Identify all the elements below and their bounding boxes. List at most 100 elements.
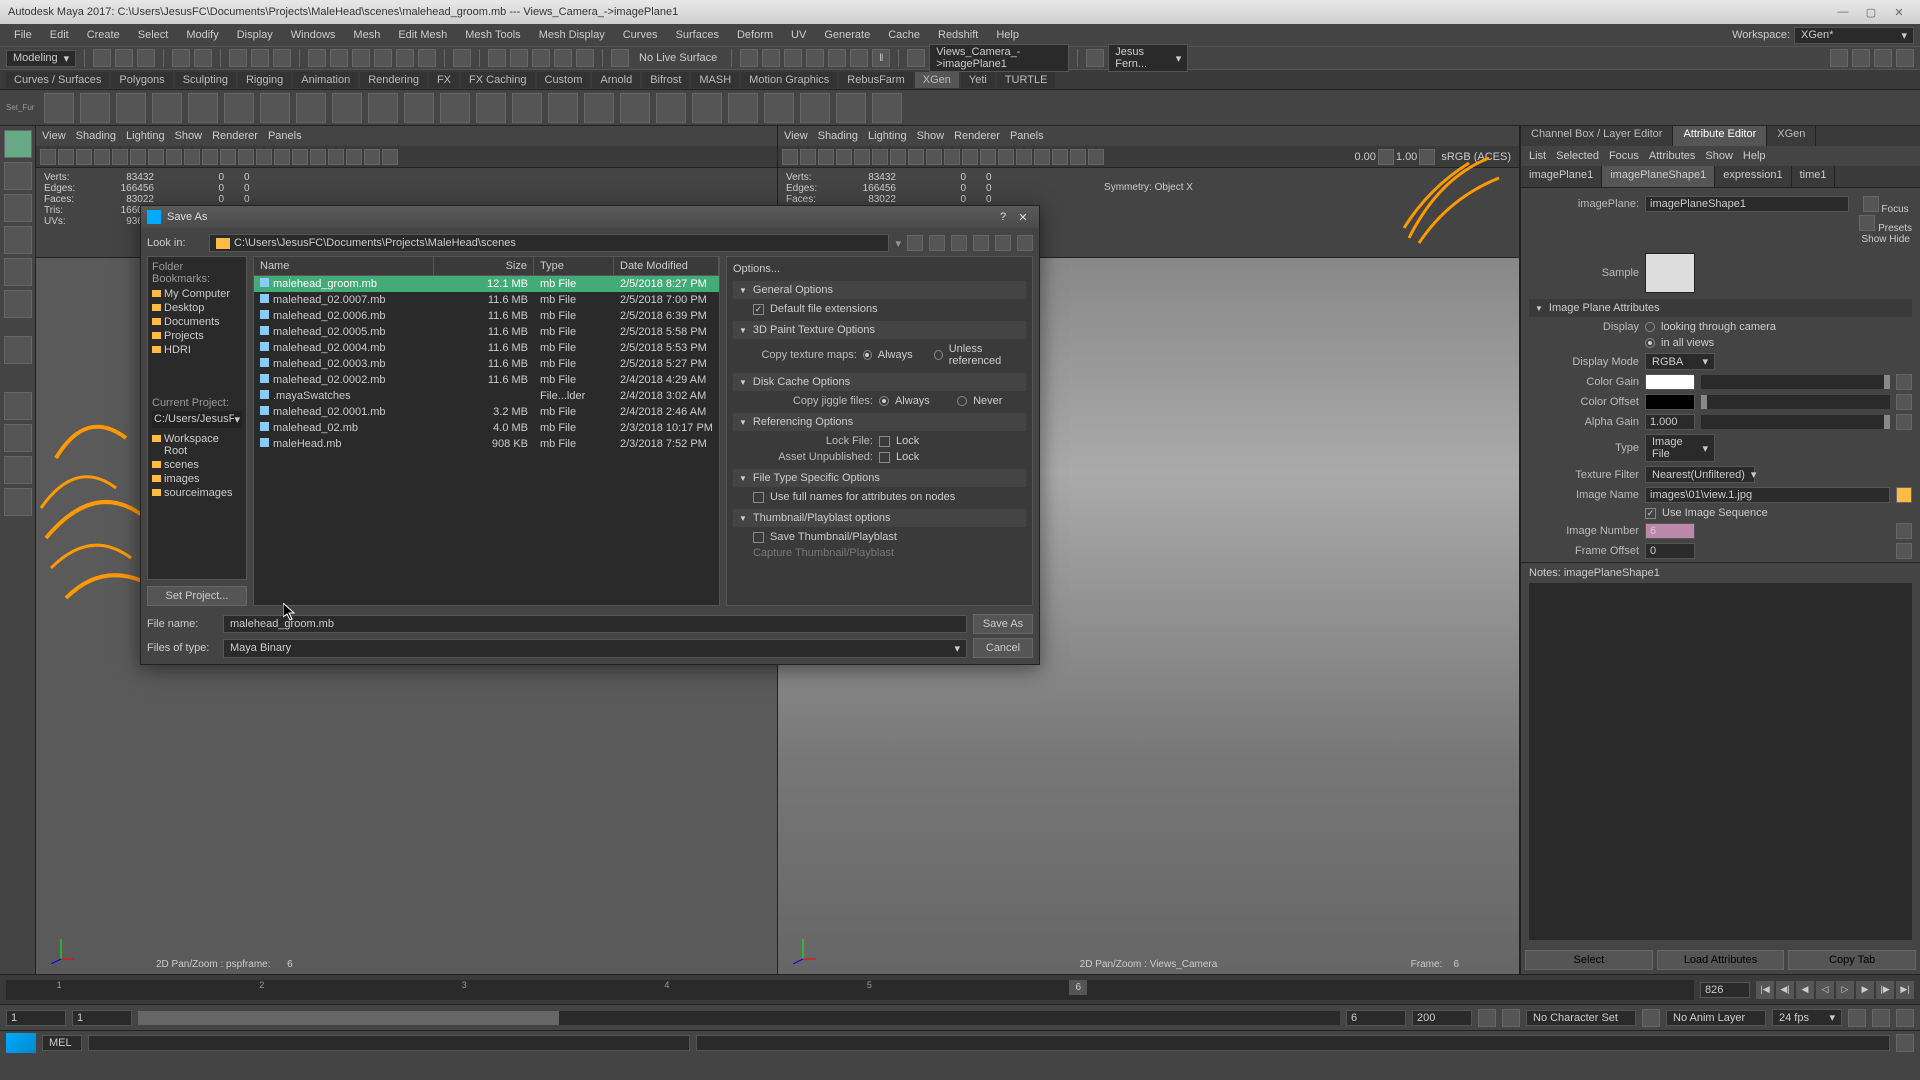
render-settings-icon[interactable] xyxy=(784,49,802,67)
vp-icon[interactable] xyxy=(184,149,200,165)
bookmark-item[interactable]: Documents xyxy=(152,315,242,329)
range-icon[interactable] xyxy=(1478,1009,1496,1027)
useseq-checkbox[interactable] xyxy=(1645,508,1656,519)
section-imageplane-attrs[interactable]: Image Plane Attributes xyxy=(1529,299,1912,317)
script-editor-icon[interactable] xyxy=(1896,1034,1914,1052)
load-attrs-button[interactable]: Load Attributes xyxy=(1657,950,1785,970)
up-icon[interactable] xyxy=(929,235,945,251)
current-frame[interactable]: 6 xyxy=(1069,980,1087,995)
defaultext-checkbox[interactable] xyxy=(753,304,764,315)
redo-icon[interactable] xyxy=(194,49,212,67)
pause-icon[interactable]: ‖ xyxy=(872,49,890,67)
move-tool[interactable] xyxy=(4,226,32,254)
shelf-yeti[interactable]: Yeti xyxy=(961,72,995,88)
map-icon[interactable] xyxy=(1896,543,1912,559)
vp-icon[interactable] xyxy=(310,149,326,165)
history2-icon[interactable] xyxy=(510,49,528,67)
vp-icon[interactable] xyxy=(238,149,254,165)
node-tab[interactable]: time1 xyxy=(1792,166,1836,187)
ws-item[interactable]: sourceimages xyxy=(152,486,242,500)
section-paint[interactable]: 3D Paint Texture Options xyxy=(733,321,1026,339)
vp-icon[interactable] xyxy=(908,149,924,165)
display-radio-all[interactable] xyxy=(1645,338,1655,348)
file-row[interactable]: malehead_02.mb4.0 MBmb File2/3/2018 10:1… xyxy=(254,420,719,436)
col-name[interactable]: Name xyxy=(254,257,434,275)
menu-meshdisplay[interactable]: Mesh Display xyxy=(531,27,613,43)
vp-icon[interactable] xyxy=(1052,149,1068,165)
prefs-icon[interactable] xyxy=(1896,1009,1914,1027)
autokeys-icon[interactable] xyxy=(1872,1009,1890,1027)
shelf-icon[interactable] xyxy=(728,93,758,123)
shelf-rendering[interactable]: Rendering xyxy=(360,72,427,88)
copy-tab-button[interactable]: Copy Tab xyxy=(1788,950,1916,970)
set-project-button[interactable]: Set Project... xyxy=(147,586,247,606)
account-icon[interactable] xyxy=(1086,49,1104,67)
close-button[interactable]: ✕ xyxy=(1013,211,1033,224)
shelf-fx[interactable]: FX xyxy=(429,72,459,88)
savethumb-checkbox[interactable] xyxy=(753,532,764,543)
imagenumber-field[interactable]: 6 xyxy=(1645,523,1695,539)
file-row[interactable]: maleHead.mb908 KBmb File2/3/2018 7:52 PM xyxy=(254,436,719,452)
ae-menu-help[interactable]: Help xyxy=(1743,150,1766,162)
view-list-icon[interactable] xyxy=(995,235,1011,251)
snap-point-icon[interactable] xyxy=(352,49,370,67)
section-filetype[interactable]: File Type Specific Options xyxy=(733,469,1026,487)
command-input[interactable] xyxy=(88,1035,690,1051)
shelf-icon[interactable] xyxy=(656,93,686,123)
nodename-field[interactable]: imagePlaneShape1 xyxy=(1645,196,1849,212)
frameoffset-field[interactable]: 0 xyxy=(1645,543,1695,559)
vp-icon[interactable] xyxy=(220,149,236,165)
colorgain-slider[interactable] xyxy=(1701,375,1890,389)
history4-icon[interactable] xyxy=(554,49,572,67)
rotate-tool[interactable] xyxy=(4,258,32,286)
file-row[interactable]: malehead_02.0001.mb3.2 MBmb File2/4/2018… xyxy=(254,404,719,420)
shelf-icon[interactable] xyxy=(296,93,326,123)
path-field[interactable]: C:\Users\JesusFC\Documents\Projects\Male… xyxy=(209,234,889,252)
file-row[interactable]: malehead_02.0006.mb11.6 MBmb File2/5/201… xyxy=(254,308,719,324)
layout-two[interactable] xyxy=(4,456,32,484)
vp-menu-shading[interactable]: Shading xyxy=(76,130,116,142)
current-frame-field[interactable]: 826 xyxy=(1700,982,1750,998)
type-dropdown[interactable]: Image File▾ xyxy=(1645,434,1715,462)
shelf-icon[interactable] xyxy=(44,93,74,123)
shelf-animation[interactable]: Animation xyxy=(293,72,358,88)
layout-four[interactable] xyxy=(4,424,32,452)
shelf-icon[interactable] xyxy=(872,93,902,123)
shelf-icon[interactable] xyxy=(548,93,578,123)
shelf-rebusfarm[interactable]: RebusFarm xyxy=(839,72,912,88)
layout-single[interactable] xyxy=(4,392,32,420)
vp-icon[interactable] xyxy=(292,149,308,165)
newfolder-icon[interactable] xyxy=(973,235,989,251)
vp-menu-shading[interactable]: Shading xyxy=(818,130,858,142)
shelf-xgen[interactable]: XGen xyxy=(915,72,959,88)
focus-icon[interactable] xyxy=(1863,196,1879,212)
node-tab[interactable]: imagePlane1 xyxy=(1521,166,1602,187)
alphagain-field[interactable]: 1.000 xyxy=(1645,414,1695,430)
lasso-tool[interactable] xyxy=(4,162,32,190)
shelf-arnold[interactable]: Arnold xyxy=(592,72,640,88)
menu-mesh[interactable]: Mesh xyxy=(345,27,388,43)
imagename-field[interactable]: images\01\view.1.jpg xyxy=(1645,487,1890,503)
options-link[interactable]: Options... xyxy=(733,263,1026,275)
coloroffset-slider[interactable] xyxy=(1701,395,1890,409)
history5-icon[interactable] xyxy=(576,49,594,67)
ae-menu-show[interactable]: Show xyxy=(1705,150,1733,162)
menu-deform[interactable]: Deform xyxy=(729,27,781,43)
vp-icon[interactable] xyxy=(40,149,56,165)
file-row[interactable]: malehead_02.0004.mb11.6 MBmb File2/5/201… xyxy=(254,340,719,356)
file-row[interactable]: malehead_02.0005.mb11.6 MBmb File2/5/201… xyxy=(254,324,719,340)
select-tool[interactable] xyxy=(4,130,32,158)
play-back-icon[interactable]: ◁ xyxy=(1816,981,1834,999)
assetunpub-checkbox[interactable] xyxy=(879,452,890,463)
menu-uv[interactable]: UV xyxy=(783,27,814,43)
shelf-icon[interactable] xyxy=(188,93,218,123)
lasso-icon[interactable] xyxy=(251,49,269,67)
section-thumbnail[interactable]: Thumbnail/Playblast options xyxy=(733,509,1026,527)
vp-icon[interactable] xyxy=(148,149,164,165)
vp-icon[interactable] xyxy=(58,149,74,165)
menu-cache[interactable]: Cache xyxy=(880,27,928,43)
shelf-icon[interactable] xyxy=(584,93,614,123)
time-slider[interactable]: 1 2 3 4 5 6 6 826 |◀ ◀| ◀ ◁ ▷ ▶ |▶ ▶| xyxy=(0,974,1920,1004)
help-button[interactable]: ? xyxy=(993,211,1013,223)
vp-icon[interactable] xyxy=(382,149,398,165)
